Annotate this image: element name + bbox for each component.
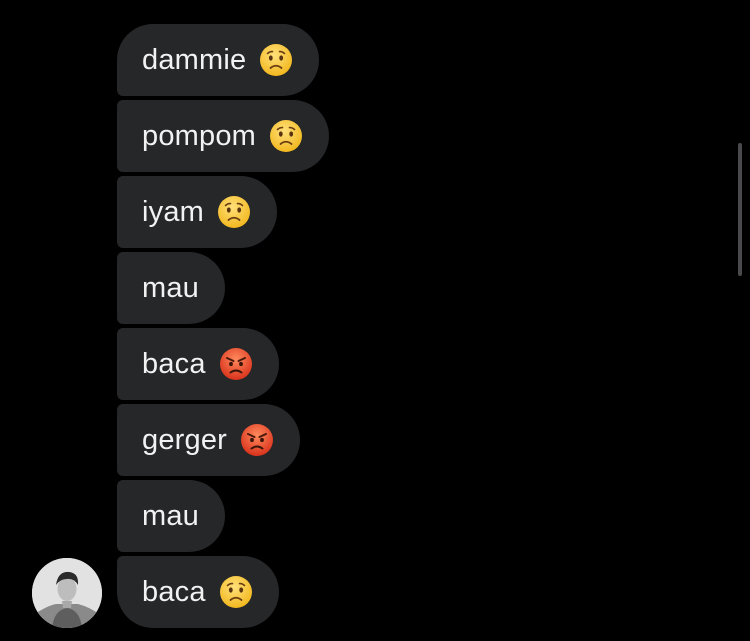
message-bubble[interactable]: baca <box>117 556 279 628</box>
message-thread: dammie pompom iyam mau baca gerger mau b… <box>0 0 750 641</box>
message-bubble[interactable]: iyam <box>117 176 278 248</box>
message-bubble[interactable]: mau <box>117 480 226 552</box>
worried-face-icon <box>217 195 251 229</box>
message-text: baca <box>142 575 206 608</box>
scrollbar[interactable] <box>738 143 742 276</box>
worried-face-icon <box>259 43 293 77</box>
message-text: gerger <box>142 423 228 456</box>
message-text: iyam <box>142 195 205 228</box>
message-bubble[interactable]: dammie <box>117 24 320 96</box>
worried-face-icon <box>269 119 303 153</box>
message-bubble[interactable]: pompom <box>117 100 330 172</box>
message-text: pompom <box>142 119 257 152</box>
sender-avatar-photo <box>32 558 102 628</box>
message-bubble[interactable]: mau <box>117 252 226 324</box>
angry-face-icon <box>219 347 253 381</box>
worried-face-icon <box>219 575 253 609</box>
message-text: mau <box>142 271 200 304</box>
angry-face-icon <box>240 423 274 457</box>
message-text: dammie <box>142 43 247 76</box>
sender-avatar[interactable] <box>32 558 102 628</box>
message-bubble[interactable]: baca <box>117 328 279 400</box>
message-text: mau <box>142 499 200 532</box>
message-text: baca <box>142 347 206 380</box>
message-bubble[interactable]: gerger <box>117 404 301 476</box>
